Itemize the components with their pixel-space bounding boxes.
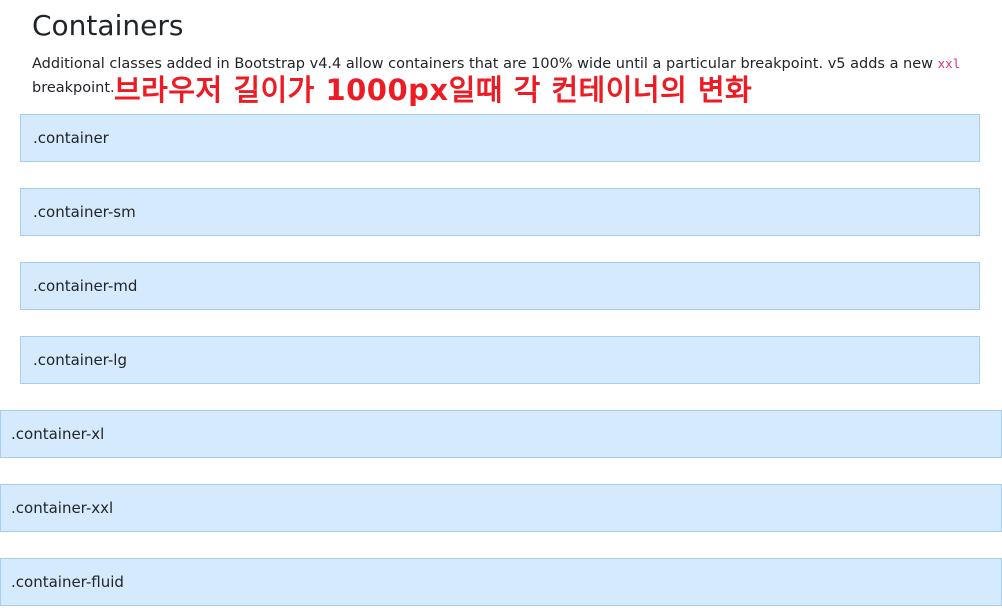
- intro-text-end: breakpoint.: [32, 80, 115, 96]
- breakpoint-code: xxl: [937, 56, 961, 71]
- container-fluid-demo-box: .container-fluid: [0, 558, 1002, 606]
- container-xxl-demo-box: .container-xxl: [0, 484, 1002, 532]
- container-lg-demo-box: .container-lg: [20, 336, 980, 384]
- container-demo-box: .container: [20, 114, 980, 162]
- container-sm-demo-box: .container-sm: [20, 188, 980, 236]
- page-title: Containers: [32, 9, 184, 42]
- container-md-demo-box: .container-md: [20, 262, 980, 310]
- container-xl-demo-box: .container-xl: [0, 410, 1002, 458]
- annotation-overlay: 브라우저 길이가 1000px일때 각 컨테이너의 변화: [114, 73, 753, 107]
